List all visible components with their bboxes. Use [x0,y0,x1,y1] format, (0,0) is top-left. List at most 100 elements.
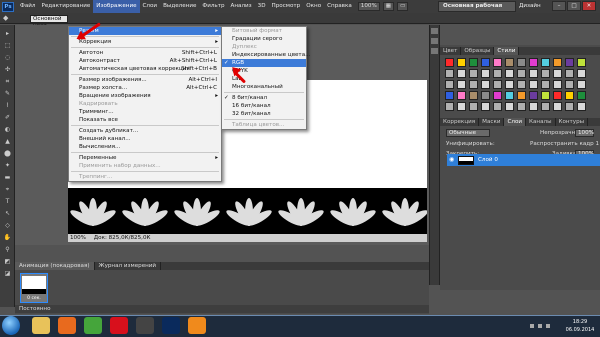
style-swatch[interactable] [481,69,490,78]
menu-item[interactable]: Автотон Shift+Ctrl+L [69,49,221,57]
tool-icon[interactable]: ↖ [3,210,12,217]
style-swatch[interactable] [493,102,502,111]
design-workspace-link[interactable]: Дизайн [519,2,541,11]
tab-animation[interactable]: Анимация (покадровая) [15,262,95,270]
fill-source-select[interactable]: Основной цвет [30,15,68,29]
arrange-icon[interactable]: ▦ [382,2,395,11]
tab-measurement-log[interactable]: Журнал измерений [95,262,162,270]
tab-adjustments[interactable]: Коррекция [440,118,480,126]
style-swatch[interactable] [493,58,502,67]
style-swatch[interactable] [577,58,586,67]
style-swatch[interactable] [445,80,454,89]
style-swatch[interactable] [529,58,538,67]
menu-item[interactable]: ✓ 8 бит/канал [222,94,306,102]
style-swatch[interactable] [541,58,550,67]
tray-volume-icon[interactable] [546,324,550,328]
tool-icon[interactable]: ⌖ [3,186,12,193]
taskbar-utorrent-icon[interactable] [84,317,102,334]
menu-7[interactable]: 3D [255,0,269,13]
style-swatch[interactable] [505,69,514,78]
style-swatch[interactable] [481,58,490,67]
tab-color[interactable]: Цвет [440,47,462,55]
style-swatch[interactable] [517,102,526,111]
menu-item[interactable]: Lab [222,75,306,83]
minimize-button[interactable]: – [552,1,566,11]
tab-masks[interactable]: Маски [479,118,505,126]
style-swatch[interactable] [457,69,466,78]
style-swatch[interactable] [469,91,478,100]
menu-item[interactable]: Показать все [69,116,221,124]
menu-item[interactable]: 16 бит/канал [222,102,306,110]
style-swatch[interactable] [505,58,514,67]
style-swatch[interactable] [577,102,586,111]
style-swatch[interactable] [481,80,490,89]
style-swatch[interactable] [553,80,562,89]
style-swatch[interactable] [445,69,454,78]
style-swatch[interactable] [517,58,526,67]
style-swatch[interactable] [541,102,550,111]
loop-select[interactable]: Постоянно [19,306,51,312]
tool-icon[interactable]: ⬚ [3,42,12,49]
style-swatch[interactable] [457,80,466,89]
frame-delay[interactable]: 0 сек. [22,296,46,301]
style-swatch[interactable] [481,102,490,111]
style-swatch[interactable] [505,80,514,89]
taskbar-clock[interactable]: 18:29 06.09.2014 [563,318,597,336]
style-swatch[interactable] [493,91,502,100]
style-swatch[interactable] [553,58,562,67]
menu-item[interactable]: Коррекция ▸ [69,38,221,46]
style-swatch[interactable] [565,69,574,78]
style-swatch[interactable] [493,80,502,89]
style-swatch[interactable] [529,91,538,100]
style-swatch[interactable] [529,69,538,78]
tool-icon[interactable]: ⬤ [3,150,12,157]
menu-5[interactable]: Фильтр [199,0,227,13]
menu-8[interactable]: Просмотр [269,0,304,13]
tool-icon[interactable]: ◪ [3,270,12,277]
menu-item[interactable]: Размер холста... Alt+Ctrl+C [69,84,221,92]
style-swatch[interactable] [565,102,574,111]
menu-item[interactable]: Многоканальный [222,83,306,91]
style-swatch[interactable] [505,91,514,100]
style-swatch[interactable] [445,91,454,100]
tool-icon[interactable]: ◇ [3,222,12,229]
style-swatch[interactable] [577,69,586,78]
start-button[interactable] [2,316,20,335]
style-swatch[interactable] [469,69,478,78]
panel-icon-1[interactable] [431,28,438,34]
menu-item[interactable]: Внешний канал... [69,135,221,143]
style-swatch[interactable] [517,80,526,89]
menu-item[interactable]: Вычисления... [69,143,221,151]
style-swatch[interactable] [553,69,562,78]
style-swatch[interactable] [541,80,550,89]
style-swatch[interactable] [445,102,454,111]
taskbar-opera-icon[interactable] [110,317,128,334]
style-swatch[interactable] [469,58,478,67]
panel-icon-2[interactable] [431,38,438,44]
tool-icon[interactable]: ✐ [3,114,12,121]
menu-9[interactable]: Окно [303,0,324,13]
menu-4[interactable]: Выделение [160,0,199,13]
style-swatch[interactable] [457,91,466,100]
tab-layers[interactable]: Слои [504,118,527,126]
tool-icon[interactable]: ⌗ [3,78,12,85]
tool-icon[interactable]: ✋ [3,234,12,241]
style-swatch[interactable] [457,58,466,67]
style-swatch[interactable] [541,69,550,78]
menu-1[interactable]: Редактирование [38,0,93,13]
style-swatch[interactable] [493,69,502,78]
taskbar-firefox-icon[interactable] [58,317,76,334]
tool-icon[interactable]: T [3,198,12,205]
taskbar-explorer-icon[interactable] [32,317,50,334]
menu-item[interactable]: Автоматическая цветовая коррекция Shift+C… [69,65,221,73]
menu-item[interactable]: Градации серого [222,35,306,43]
style-swatch[interactable] [505,102,514,111]
panel-icon-3[interactable] [431,48,438,54]
style-swatch[interactable] [517,69,526,78]
menu-item[interactable]: Тримминг... [69,108,221,116]
tab-channels[interactable]: Каналы [526,118,556,126]
style-swatch[interactable] [445,58,454,67]
opacity-input[interactable]: 100% [575,129,594,137]
style-swatch[interactable] [577,91,586,100]
menu-item[interactable]: Создать дубликат... [69,127,221,135]
